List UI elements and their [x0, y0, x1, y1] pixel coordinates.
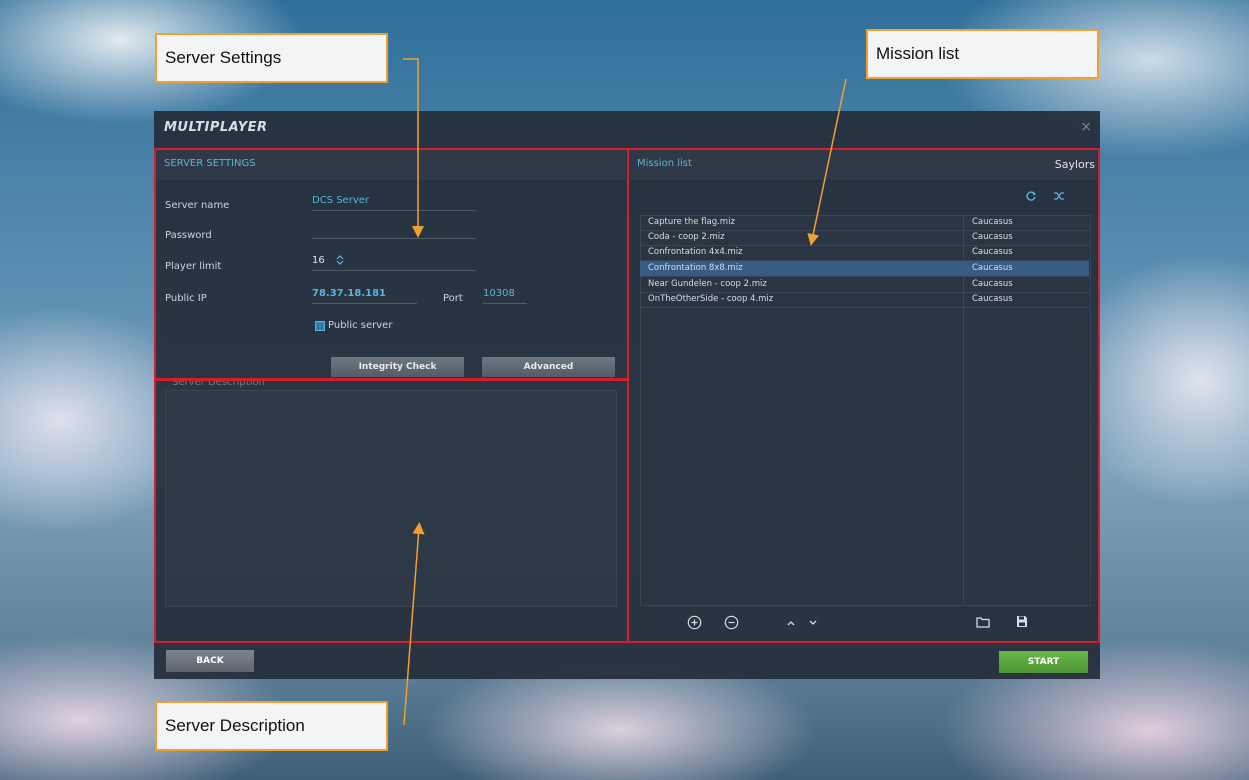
server-settings-arrow — [403, 58, 424, 238]
server-description-arrow — [403, 522, 425, 726]
mission-list-callout: Mission list — [866, 29, 1099, 79]
callout-arrows — [403, 58, 847, 726]
mission-list-arrow — [807, 78, 847, 246]
server-settings-callout: Server Settings — [155, 33, 388, 83]
server-description-callout: Server Description — [155, 701, 388, 751]
